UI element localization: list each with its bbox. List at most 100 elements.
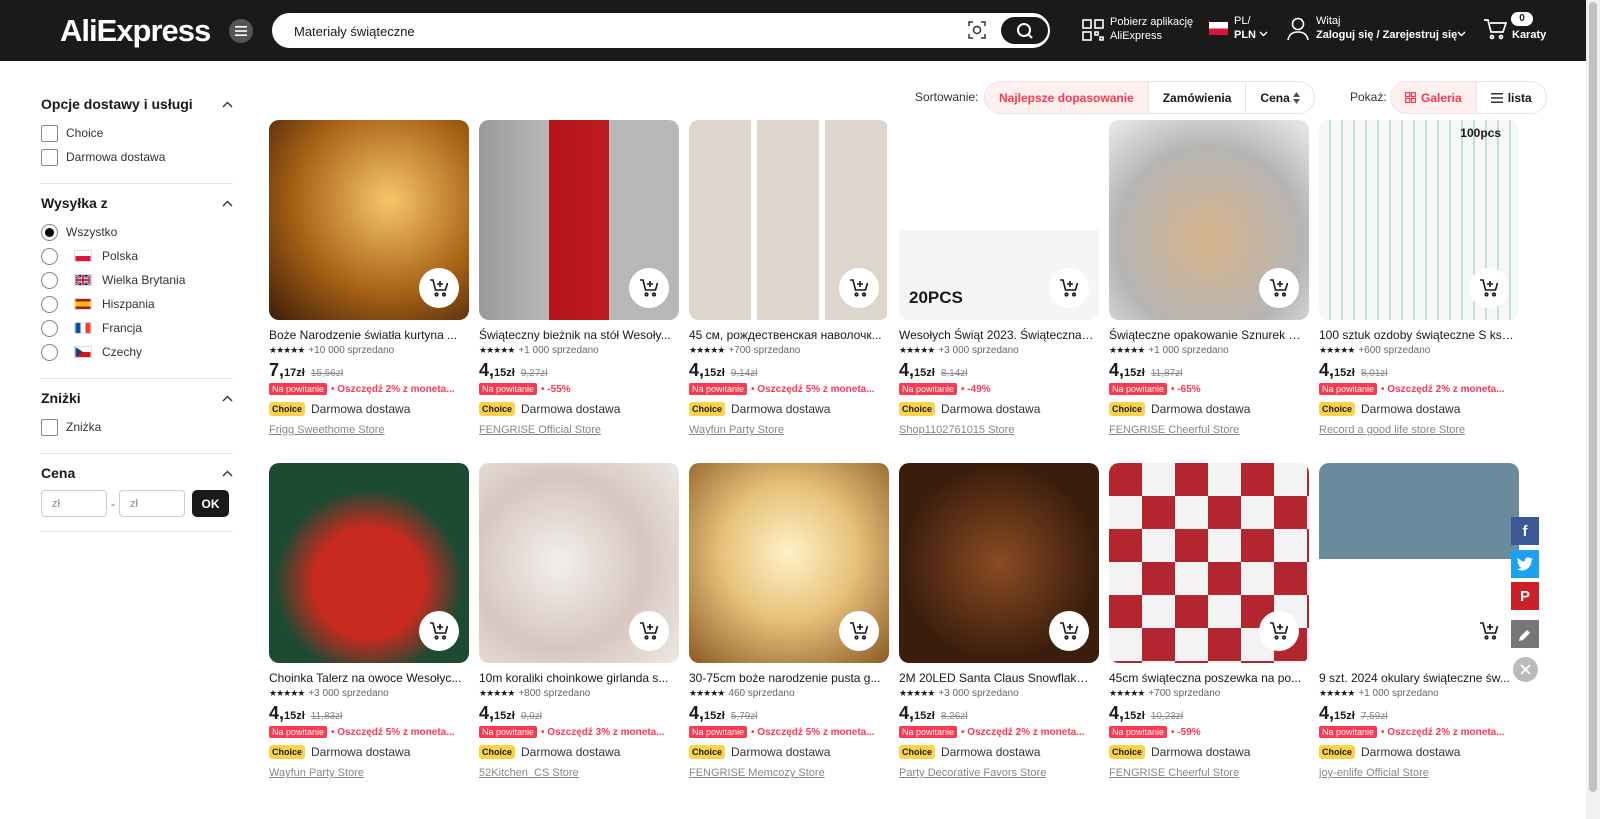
product-image[interactable] (1109, 120, 1309, 320)
add-to-cart-button[interactable] (1469, 611, 1509, 651)
sort-orders[interactable]: Zamówienia (1149, 82, 1247, 113)
product-card[interactable]: 45 см, рождественская наволочк... ★★★★★ +7… (689, 120, 889, 436)
radio-poland[interactable]: Polska (41, 244, 233, 268)
store-link[interactable]: 52Kitchen_CS Store (479, 767, 679, 779)
radio-button[interactable] (41, 247, 58, 265)
checkbox[interactable] (41, 418, 58, 436)
radio-czechia[interactable]: Czechy (41, 340, 233, 364)
store-link[interactable]: FENGRISE Memcozy Store (689, 767, 889, 779)
add-to-cart-button[interactable] (1049, 268, 1089, 308)
radio-button[interactable] (41, 271, 58, 289)
radio-button[interactable] (41, 295, 58, 313)
product-card[interactable]: 2M 20LED Santa Claus Snowflake ... ★★★★★ +… (899, 463, 1099, 779)
sort-best-match[interactable]: Najlepsze dopasowanie (985, 82, 1149, 113)
product-image[interactable] (1109, 463, 1309, 663)
store-link[interactable]: Record a good life store Store (1319, 424, 1519, 436)
price-max-input[interactable]: zł (119, 490, 185, 517)
add-to-cart-button[interactable] (839, 611, 879, 651)
store-link[interactable]: Frigg Sweethome Store (269, 424, 469, 436)
product-title[interactable]: 45 см, рождественская наволочк... (689, 328, 884, 342)
product-image[interactable] (479, 463, 679, 663)
add-to-cart-button[interactable] (1049, 611, 1089, 651)
add-to-cart-button[interactable] (1469, 268, 1509, 308)
product-image[interactable] (899, 463, 1099, 663)
store-link[interactable]: Shop1102761015 Store (899, 424, 1099, 436)
add-to-cart-button[interactable] (629, 268, 669, 308)
product-card[interactable]: 20PCS Wesołych Świąt 2023. Świąteczna ...… (899, 120, 1099, 436)
login-link[interactable]: Zaloguj się / Zarejestruj się (1316, 28, 1457, 42)
radio-uk[interactable]: Wielka Brytania (41, 268, 233, 292)
radio-button[interactable] (41, 223, 58, 241)
product-card[interactable]: 10m koraliki choinkowe girlanda s... ★★★★… (479, 463, 679, 779)
product-title[interactable]: Świąteczny bieżnik na stół Wesoły... (479, 328, 674, 342)
radio-button[interactable] (41, 343, 58, 361)
store-link[interactable]: joy-enlife Official Store (1319, 767, 1519, 779)
view-gallery[interactable]: Galeria (1391, 82, 1477, 113)
twitter-share-icon[interactable] (1511, 550, 1539, 578)
radio-all[interactable]: Wszystko (41, 220, 233, 244)
scrollbar-thumb[interactable] (1589, 2, 1597, 792)
filter-title-ship-from[interactable]: Wysyłka z (41, 195, 233, 211)
product-card[interactable]: 9 szt. 2024 okulary świąteczne św... ★★★★… (1319, 463, 1519, 779)
aliexpress-logo[interactable]: AliExpress (60, 13, 211, 49)
menu-icon[interactable] (229, 19, 253, 43)
product-title[interactable]: Świąteczne opakowanie Sznurek s... (1109, 328, 1304, 342)
store-link[interactable]: Wayfun Party Store (269, 767, 469, 779)
add-to-cart-button[interactable] (839, 268, 879, 308)
radio-spain[interactable]: Hiszpania (41, 292, 233, 316)
add-to-cart-button[interactable] (419, 611, 459, 651)
product-card[interactable]: Boże Narodzenie światła kurtyna ... ★★★★★… (269, 120, 469, 436)
view-list[interactable]: lista (1477, 82, 1546, 113)
store-link[interactable]: Party Decorative Favors Store (899, 767, 1099, 779)
product-title[interactable]: Wesołych Świąt 2023. Świąteczna ... (899, 328, 1094, 342)
product-card[interactable]: 30-75cm boże narodzenie pusta g... ★★★★★ 4… (689, 463, 889, 779)
facebook-share-icon[interactable]: f (1511, 517, 1539, 545)
add-to-cart-button[interactable] (419, 268, 459, 308)
checkbox[interactable] (41, 124, 58, 142)
filter-title-discounts[interactable]: Zniżki (41, 390, 233, 406)
option-discount[interactable]: Zniżka (41, 415, 233, 439)
product-title[interactable]: 100 sztuk ozdoby świąteczne S ksz... (1319, 328, 1514, 342)
store-link[interactable]: Wayfun Party Store (689, 424, 889, 436)
product-title[interactable]: 2M 20LED Santa Claus Snowflake ... (899, 671, 1094, 685)
price-ok-button[interactable]: OK (192, 490, 229, 517)
sort-price[interactable]: Cena (1246, 82, 1313, 113)
store-link[interactable]: FENGRISE Cheerful Store (1109, 424, 1309, 436)
radio-france[interactable]: Francja (41, 316, 233, 340)
product-title[interactable]: 30-75cm boże narodzenie pusta g... (689, 671, 884, 685)
product-image[interactable] (479, 120, 679, 320)
product-title[interactable]: Boże Narodzenie światła kurtyna ... (269, 328, 464, 342)
pinterest-share-icon[interactable]: P (1511, 582, 1539, 610)
radio-button[interactable] (41, 319, 58, 337)
option-free-delivery[interactable]: Darmowa dostawa (41, 145, 233, 169)
search-input[interactable] (294, 21, 934, 41)
product-title[interactable]: 9 szt. 2024 okulary świąteczne św... (1319, 671, 1514, 685)
add-to-cart-button[interactable] (629, 611, 669, 651)
product-card[interactable]: 100pcs 100 sztuk ozdoby świąteczne S ksz.… (1319, 120, 1519, 436)
scrollbar[interactable] (1586, 0, 1600, 819)
checkbox[interactable] (41, 148, 58, 166)
filter-title-delivery[interactable]: Opcje dostawy i usługi (41, 96, 233, 112)
filter-title-price[interactable]: Cena (41, 465, 233, 481)
product-card[interactable]: Świąteczny bieżnik na stół Wesoły... ★★★★… (479, 120, 679, 436)
product-title[interactable]: 45cm świąteczna poszewka na po... (1109, 671, 1304, 685)
product-image[interactable] (689, 463, 889, 663)
product-image[interactable]: 100pcs (1319, 120, 1519, 320)
store-link[interactable]: FENGRISE Official Store (479, 424, 679, 436)
product-image[interactable]: 20PCS (899, 120, 1099, 320)
search-button[interactable] (1001, 17, 1048, 44)
product-card[interactable]: Świąteczne opakowanie Sznurek s... ★★★★★ +… (1109, 120, 1309, 436)
product-image[interactable] (1319, 463, 1519, 663)
option-choice[interactable]: Choice (41, 121, 233, 145)
product-card[interactable]: Choinka Talerz na owoce Wesołyc... ★★★★★ +… (269, 463, 469, 779)
product-image[interactable] (269, 463, 469, 663)
product-image[interactable] (689, 120, 889, 320)
product-title[interactable]: Choinka Talerz na owoce Wesołyc... (269, 671, 464, 685)
product-title[interactable]: 10m koraliki choinkowe girlanda s... (479, 671, 674, 685)
close-icon[interactable] (1513, 657, 1538, 682)
add-to-cart-button[interactable] (1259, 611, 1299, 651)
add-to-cart-button[interactable] (1259, 268, 1299, 308)
product-image[interactable] (269, 120, 469, 320)
edit-icon[interactable] (1511, 620, 1539, 648)
product-card[interactable]: 45cm świąteczna poszewka na po... ★★★★★ +7… (1109, 463, 1309, 779)
